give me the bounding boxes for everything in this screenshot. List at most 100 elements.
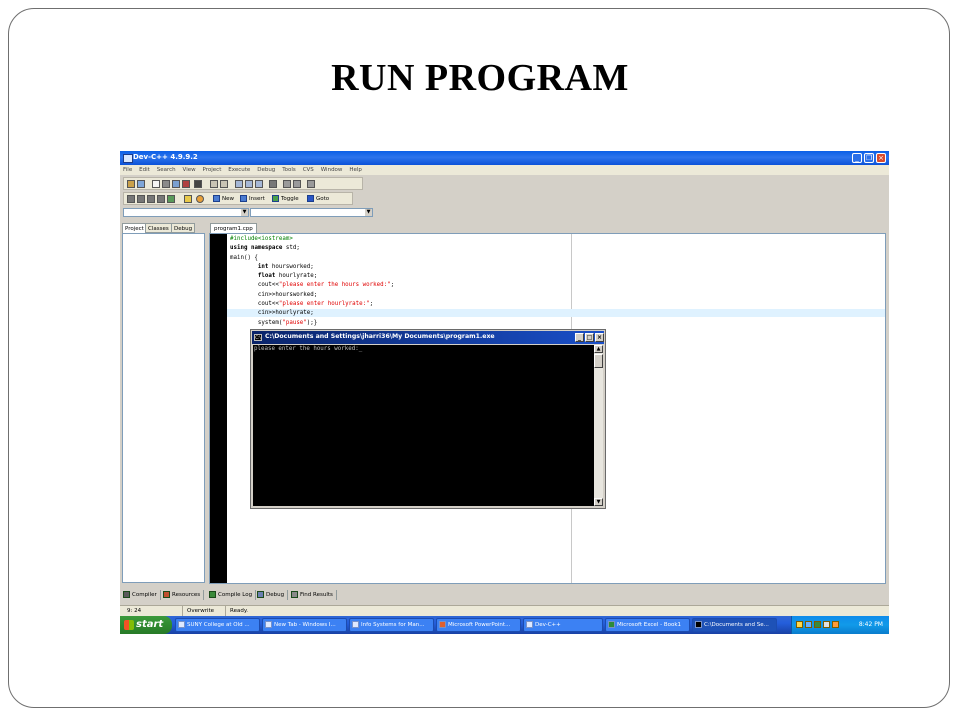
status-insert-mode: Overwrite — [183, 606, 226, 616]
tab-debug-output[interactable]: Debug — [256, 590, 289, 600]
task-label: Dev-C++ — [535, 622, 561, 628]
tab-compile-log[interactable]: Compile Log — [208, 590, 257, 600]
taskbar-item-devcpp[interactable]: Dev-C++ — [523, 618, 603, 632]
tray-icon[interactable] — [823, 621, 830, 628]
help-icon[interactable] — [184, 195, 192, 203]
task-label: C:\Documents and Se... — [704, 622, 769, 628]
tray-icon[interactable] — [805, 621, 812, 628]
chevron-down-icon[interactable]: ▼ — [241, 209, 248, 216]
maximize-button[interactable]: ❐ — [864, 153, 874, 163]
code-line: #include<iostream> — [230, 236, 293, 242]
undo-icon[interactable] — [210, 180, 218, 188]
open-project-icon[interactable] — [127, 180, 135, 188]
compile-run-icon[interactable] — [147, 195, 155, 203]
taskbar-item-powerpoint[interactable]: Microsoft PowerPoint... — [436, 618, 521, 632]
excel-icon — [608, 621, 615, 628]
menu-window[interactable]: Window — [321, 165, 343, 175]
console-title-bar[interactable]: C:\ C:\Documents and Settings\jharri36\M… — [252, 331, 604, 344]
menu-project[interactable]: Project — [203, 165, 222, 175]
open-file-icon[interactable] — [137, 180, 145, 188]
menu-execute[interactable]: Execute — [228, 165, 250, 175]
menu-debug[interactable]: Debug — [257, 165, 275, 175]
close-button[interactable]: × — [876, 153, 886, 163]
taskbar-item-console[interactable]: C:\Documents and Se... — [692, 618, 777, 632]
menu-tools[interactable]: Tools — [282, 165, 296, 175]
console-output-area[interactable]: please enter the hours worked:_ — [253, 345, 594, 506]
menu-file[interactable]: File — [123, 165, 132, 175]
compile-toolbar: New Insert Toggle Goto — [123, 192, 353, 205]
tab-compiler[interactable]: Compiler — [122, 590, 161, 600]
goto-line-icon[interactable] — [269, 180, 277, 188]
tab-find-results[interactable]: Find Results — [290, 590, 337, 600]
tab-project[interactable]: Project — [122, 223, 147, 233]
new-button-label: New — [222, 196, 234, 202]
console-title: C:\Documents and Settings\jharri36\My Do… — [265, 333, 495, 340]
compile-icon[interactable] — [127, 195, 135, 203]
code-line: float hourlyrate; — [257, 273, 318, 280]
new-file-icon[interactable] — [152, 180, 160, 188]
menu-search[interactable]: Search — [157, 165, 176, 175]
console-scrollbar[interactable]: ▲ ▼ — [594, 345, 603, 506]
find-results-icon — [291, 591, 298, 598]
minimize-button[interactable]: _ — [852, 153, 862, 163]
find-icon[interactable] — [235, 180, 243, 188]
code-line: system("pause");} — [230, 319, 318, 326]
forward-icon[interactable] — [293, 180, 301, 188]
back-icon[interactable] — [283, 180, 291, 188]
insert-icon — [240, 195, 247, 202]
taskbar-item-excel[interactable]: Microsoft Excel - Book1 — [605, 618, 690, 632]
scroll-down-icon[interactable]: ▼ — [594, 498, 603, 506]
scroll-thumb[interactable] — [594, 354, 603, 368]
redo-icon[interactable] — [220, 180, 228, 188]
menu-view[interactable]: View — [183, 165, 196, 175]
console-maximize-button[interactable]: □ — [585, 333, 594, 342]
task-label: Info Systems for Man... — [361, 622, 425, 628]
main-toolbar — [123, 177, 363, 190]
toggle-button[interactable]: Toggle — [272, 194, 299, 204]
taskbar-item-new-tab[interactable]: New Tab - Windows I... — [262, 618, 347, 632]
save-icon[interactable] — [162, 180, 170, 188]
tab-classes[interactable]: Classes — [145, 223, 172, 233]
tab-compiler-label: Compiler — [132, 592, 157, 598]
about-icon[interactable] — [196, 195, 204, 203]
find-next-icon[interactable] — [255, 180, 263, 188]
insert-button[interactable]: Insert — [240, 194, 265, 204]
console-minimize-button[interactable]: _ — [575, 333, 584, 342]
member-combo[interactable]: ▼ — [250, 208, 373, 217]
start-button[interactable]: start — [120, 616, 172, 634]
menu-help[interactable]: Help — [349, 165, 362, 175]
task-label: Microsoft PowerPoint... — [448, 622, 511, 628]
tray-icon[interactable] — [814, 621, 821, 628]
menu-bar: File Edit Search View Project Execute De… — [120, 165, 889, 175]
new-button[interactable]: New — [213, 194, 234, 204]
scroll-up-icon[interactable]: ▲ — [594, 345, 603, 353]
run-icon[interactable] — [137, 195, 145, 203]
print-icon[interactable] — [194, 180, 202, 188]
replace-icon[interactable] — [245, 180, 253, 188]
chevron-down-icon[interactable]: ▼ — [365, 209, 372, 216]
check-icon[interactable] — [167, 195, 175, 203]
goto-button[interactable]: Goto — [307, 194, 329, 204]
tray-icon[interactable] — [796, 621, 803, 628]
ie-icon — [265, 621, 272, 628]
save-all-icon[interactable] — [172, 180, 180, 188]
taskbar-item-suny[interactable]: SUNY College at Old ... — [175, 618, 260, 632]
taskbar-clock[interactable]: 8:42 PM — [859, 616, 883, 634]
taskbar-item-info-systems[interactable]: Info Systems for Man... — [349, 618, 434, 632]
editor-tab-program1[interactable]: program1.cpp — [210, 223, 257, 233]
ide-title-bar[interactable]: Dev-C++ 4.9.9.2 _ ❐ × — [120, 151, 889, 165]
tab-debug-output-label: Debug — [266, 592, 285, 598]
console-window[interactable]: C:\ C:\Documents and Settings\jharri36\M… — [250, 329, 606, 509]
console-close-button[interactable]: × — [595, 333, 604, 342]
compiler-icon — [123, 591, 130, 598]
menu-edit[interactable]: Edit — [139, 165, 150, 175]
project-panel[interactable] — [122, 233, 205, 583]
menu-cvs[interactable]: CVS — [303, 165, 314, 175]
close-file-icon[interactable] — [182, 180, 190, 188]
tray-icon[interactable] — [832, 621, 839, 628]
rebuild-icon[interactable] — [157, 195, 165, 203]
tab-debug[interactable]: Debug — [171, 223, 196, 233]
tab-resources[interactable]: Resources — [162, 590, 205, 600]
bookmark-icon[interactable] — [307, 180, 315, 188]
class-combo[interactable]: ▼ — [123, 208, 249, 217]
